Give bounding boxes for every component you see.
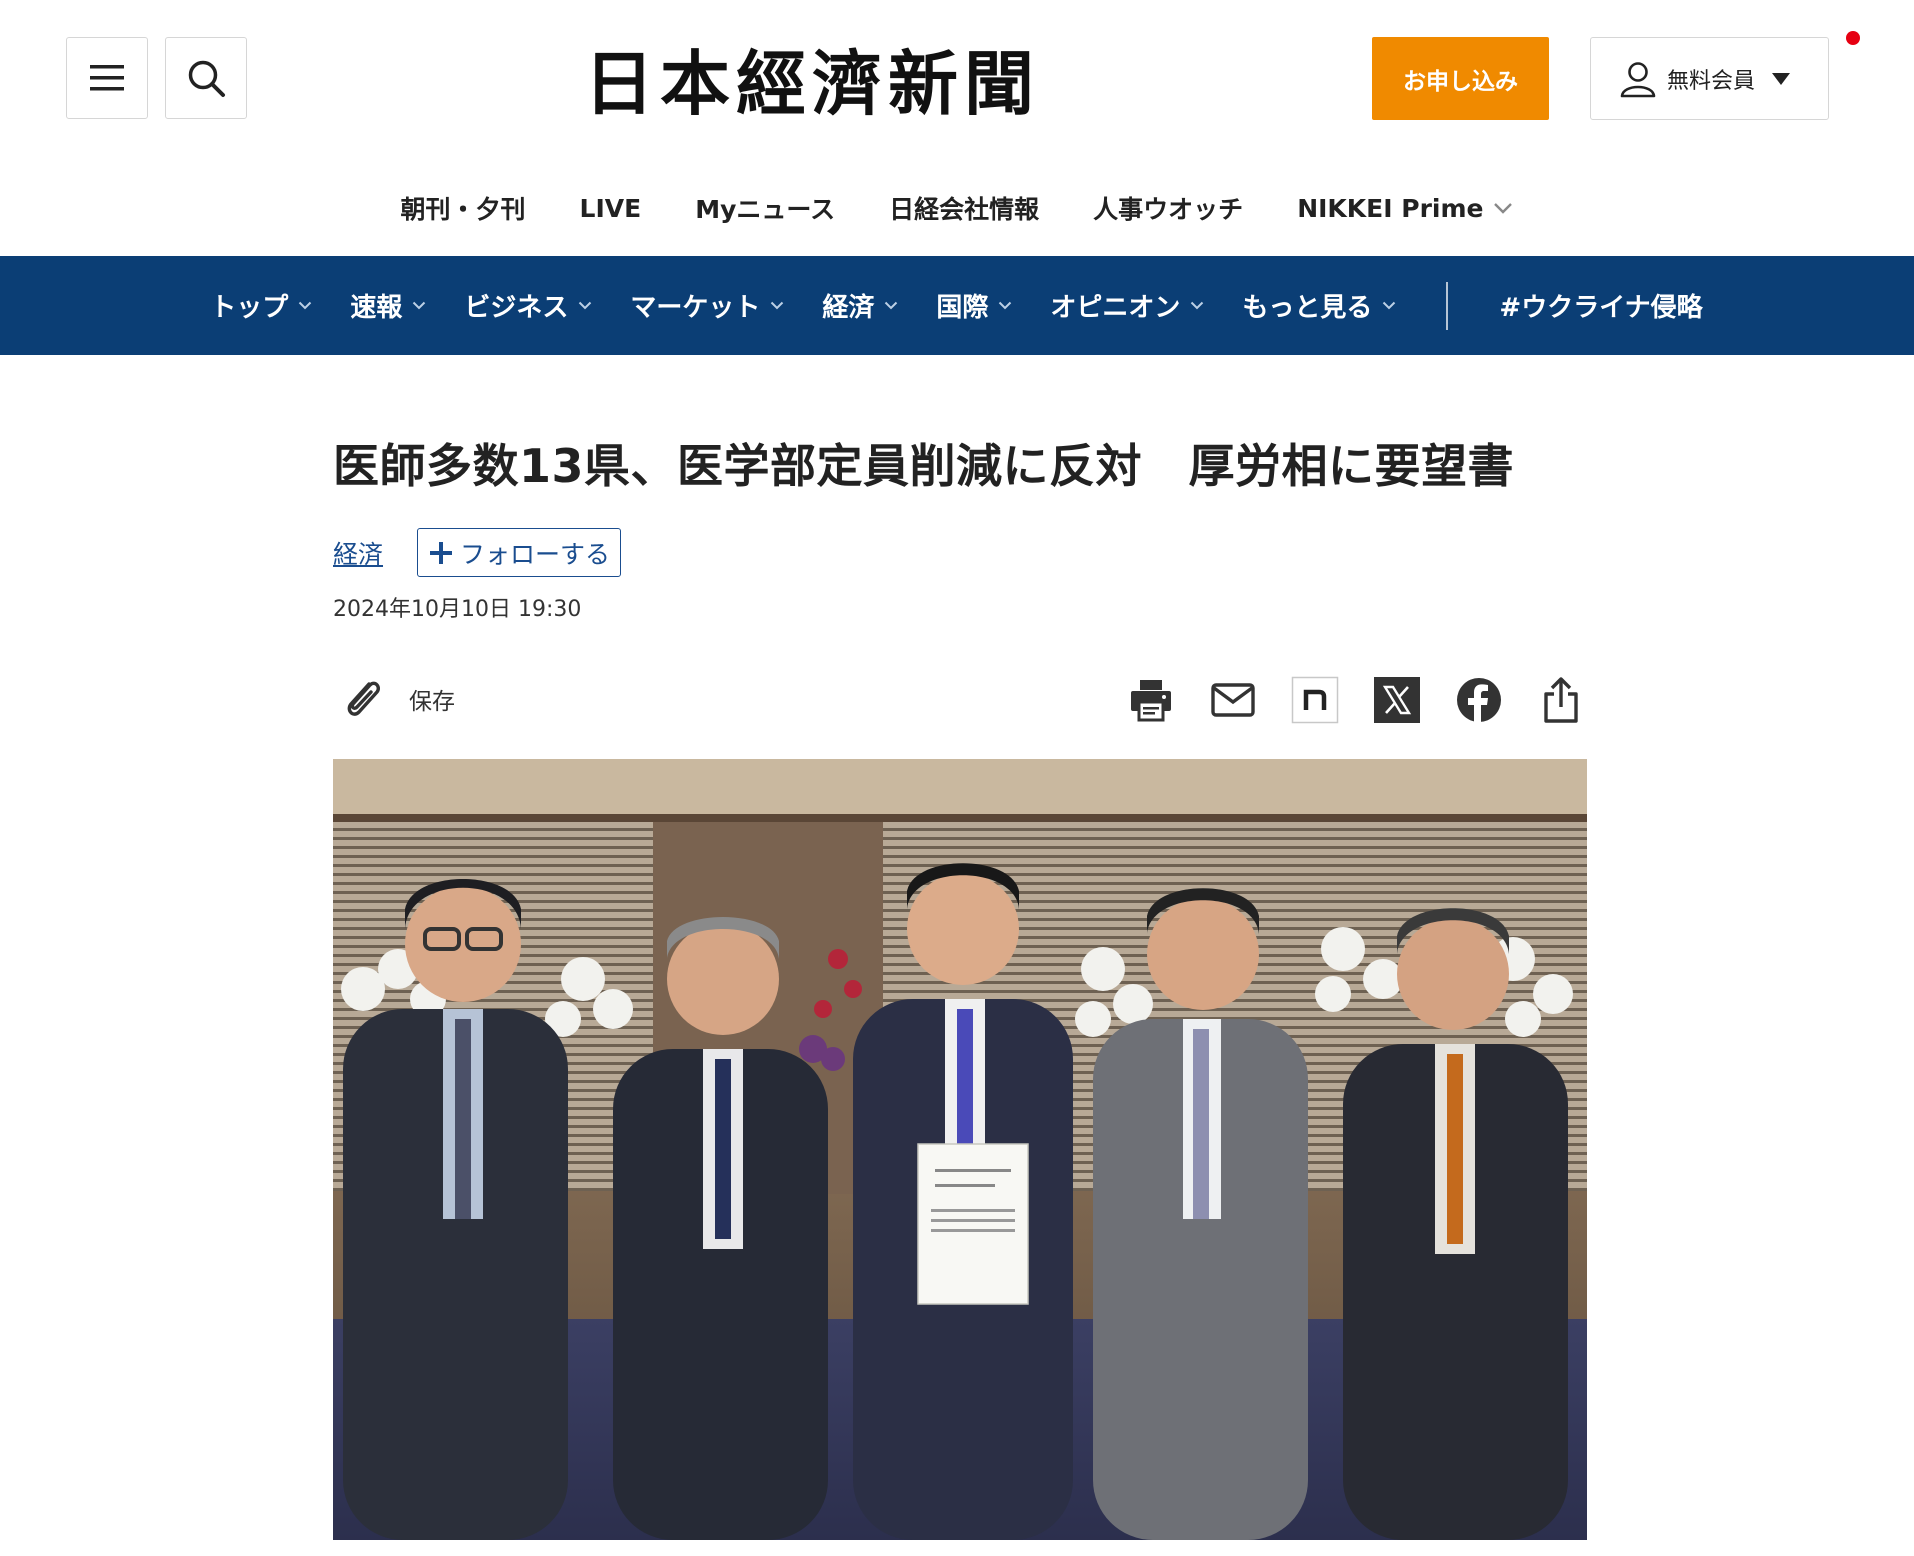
chevron-down-icon [299, 301, 312, 310]
chevron-down-icon [1383, 301, 1396, 310]
nav-item-economy[interactable]: 経済 [803, 287, 917, 324]
chevron-down-icon [999, 301, 1012, 310]
nav-item-breaking[interactable]: 速報 [331, 287, 445, 324]
nav-item-top[interactable]: トップ [191, 287, 331, 324]
member-label: 無料会員 [1667, 68, 1756, 94]
nav-item-opinion[interactable]: オピニオン [1031, 287, 1223, 324]
subnav-item-my-news[interactable]: Myニュース [668, 190, 862, 226]
article-photo [333, 759, 1587, 1540]
nav-item-business[interactable]: ビジネス [445, 287, 611, 324]
search-icon [188, 60, 225, 97]
x-icon [1374, 677, 1420, 723]
notification-dot [1846, 31, 1860, 45]
mail-share-button[interactable] [1207, 674, 1259, 726]
chevron-down-icon [1494, 203, 1513, 214]
sub-navigation: 朝刊・夕刊 LIVE Myニュース 日経会社情報 人事ウオッチ NIKKEI P… [0, 180, 1914, 236]
share-icon [1544, 677, 1578, 723]
nikkei-logo[interactable]: 日本經濟新聞 [512, 38, 1112, 125]
subnav-item-morning-evening[interactable]: 朝刊・夕刊 [374, 190, 553, 226]
article-photo-image [333, 759, 1587, 1540]
facebook-share-button[interactable] [1453, 674, 1505, 726]
follow-label: フォローする [460, 539, 611, 569]
nav-item-more[interactable]: もっと見る [1223, 287, 1415, 324]
topic-row: 経済 フォローする [333, 528, 622, 577]
topic-link[interactable]: 経済 [333, 535, 383, 571]
subnav-item-company-info[interactable]: 日経会社情報 [862, 190, 1066, 226]
mail-icon [1211, 683, 1255, 717]
article-tools: 保存 [333, 660, 1587, 742]
save-button[interactable]: 保存 [339, 674, 455, 724]
main-navigation: トップ 速報 ビジネス マーケット 経済 国際 オピニオン もっと見る #ウクラ… [0, 256, 1914, 355]
paperclip-icon [347, 681, 380, 716]
nav-item-international[interactable]: 国際 [917, 287, 1031, 324]
facebook-icon [1457, 678, 1501, 723]
site-header: 日本經濟新聞 お申し込み 無料会員 朝刊・夕刊 LIVE Myニュース 日経会社… [0, 0, 1914, 256]
chevron-down-icon [771, 301, 784, 310]
chevron-down-icon [885, 301, 898, 310]
subscribe-button[interactable]: お申し込み [1372, 37, 1549, 120]
print-icon [1131, 680, 1171, 722]
nav-item-ukraine[interactable]: #ウクライナ侵略 [1479, 287, 1722, 324]
subnav-item-nikkei-prime[interactable]: NIKKEI Prime [1270, 194, 1540, 223]
menu-button[interactable] [66, 37, 148, 119]
caret-down-icon [1772, 72, 1791, 85]
share-button[interactable] [1535, 674, 1587, 726]
nav-item-market[interactable]: マーケット [611, 287, 803, 324]
user-icon [1620, 61, 1656, 97]
search-button[interactable] [165, 37, 247, 119]
save-label: 保存 [409, 689, 455, 715]
nav-divider [1446, 281, 1449, 330]
subnav-item-personnel-watch[interactable]: 人事ウオッチ [1066, 190, 1270, 226]
member-menu-button[interactable]: 無料会員 [1590, 37, 1829, 120]
chevron-down-icon [579, 301, 592, 310]
plus-icon [430, 541, 453, 564]
chevron-down-icon [1191, 301, 1204, 310]
publish-timestamp: 2024年10月10日 19:30 [333, 597, 582, 622]
follow-button[interactable]: フォローする [417, 528, 622, 577]
subnav-item-live[interactable]: LIVE [553, 194, 669, 223]
note-icon [1291, 676, 1339, 724]
hamburger-icon [90, 65, 124, 91]
chevron-down-icon [413, 301, 426, 310]
print-button[interactable] [1125, 674, 1177, 726]
x-share-button[interactable] [1371, 674, 1423, 726]
article-headline: 医師多数13県、医学部定員削減に反対 厚労相に要望書 [333, 439, 1515, 493]
share-icons [1095, 674, 1587, 726]
note-share-button[interactable] [1289, 674, 1341, 726]
